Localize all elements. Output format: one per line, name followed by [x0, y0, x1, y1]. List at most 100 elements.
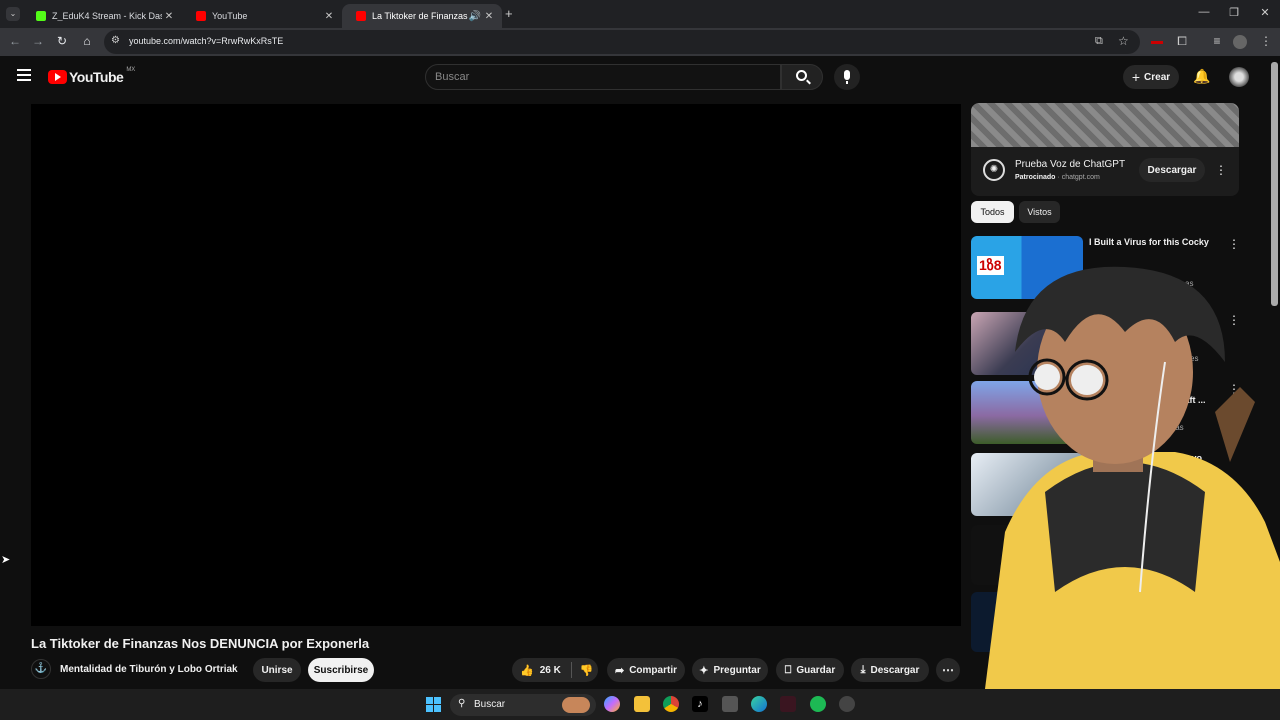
sparkle-icon: ✦	[699, 664, 709, 677]
account-avatar[interactable]	[1229, 67, 1249, 87]
search-button[interactable]	[781, 64, 823, 90]
ask-button[interactable]: ✦ Preguntar	[692, 658, 768, 682]
search-icon-handle	[806, 79, 811, 85]
minimize-icon[interactable]: —	[1194, 6, 1214, 18]
recommended-video-title[interactable]: de	[1202, 313, 1213, 323]
minecraft-icon[interactable]	[722, 696, 738, 712]
video-thumbnail[interactable]	[971, 592, 1083, 652]
close-tab-icon[interactable]: ✕	[162, 11, 176, 22]
chip-todos[interactable]: Todos	[971, 201, 1014, 223]
kick-favicon-icon	[36, 11, 46, 21]
join-button[interactable]: Unirse	[253, 658, 301, 682]
video-thumbnail[interactable]: 1ზ8	[971, 236, 1083, 299]
taskbar-search[interactable]: ⚲ Buscar	[450, 694, 596, 716]
video-more-icon[interactable]: ⋮	[1228, 382, 1240, 396]
reload-icon[interactable]: ↻	[53, 34, 71, 48]
download-label: Descargar	[870, 664, 920, 676]
like-dislike-group: 👍 26 K 👎	[512, 658, 598, 682]
video-thumbnail[interactable]	[971, 312, 1083, 375]
create-label: Crear	[1144, 71, 1171, 83]
share-button[interactable]: ➦ Compartir	[607, 658, 685, 682]
recommended-video-title[interactable]: uyo	[1186, 453, 1202, 463]
page-scrollbar[interactable]	[1271, 62, 1278, 306]
microphone-icon	[844, 70, 850, 80]
home-icon[interactable]: ⌂	[78, 34, 96, 48]
youtube-favicon-icon	[196, 11, 206, 21]
video-player[interactable]	[31, 104, 961, 626]
recommended-video-title[interactable]: I Built a Virus for this Cocky	[1089, 237, 1209, 247]
ask-label: Preguntar	[713, 664, 761, 676]
youtube-header: YouTube MX Buscar + Crear 🔔	[0, 56, 1280, 100]
search-input[interactable]: Buscar	[425, 64, 781, 90]
download-icon: ⤓	[860, 663, 866, 676]
audio-playing-icon[interactable]: 🔊	[468, 11, 482, 22]
tab-current-video[interactable]: La Tiktoker de Finanzas No 🔊 ✕	[342, 4, 502, 28]
taskbar-search-placeholder: Buscar	[474, 699, 506, 710]
new-tab-icon[interactable]: +	[505, 6, 513, 21]
youtube-play-logo-icon	[48, 70, 67, 84]
forward-icon[interactable]: →	[29, 34, 47, 48]
chrome-icon[interactable]	[663, 696, 679, 712]
tab-title: La Tiktoker de Finanzas No	[372, 11, 468, 21]
voice-search-button[interactable]	[834, 64, 860, 90]
recommended-video-meta: es	[1190, 354, 1199, 363]
notifications-bell-icon[interactable]: 🔔	[1193, 68, 1210, 85]
back-icon[interactable]: ←	[6, 34, 24, 48]
video-thumbnail[interactable]	[971, 453, 1083, 516]
site-info-icon[interactable]: ⚙	[111, 35, 120, 46]
tab-kick-dashboard[interactable]: Z_EduK4 Stream - Kick Dashbo ✕	[22, 4, 182, 28]
ad-more-icon[interactable]: ⋮	[1215, 163, 1227, 177]
channel-avatar[interactable]: ⚓	[31, 659, 51, 679]
more-actions-button[interactable]: ⋯	[936, 658, 960, 682]
video-more-icon[interactable]: ⋮	[1228, 237, 1240, 251]
thumbs-down-icon: 👎	[579, 664, 594, 677]
ad-banner-image	[971, 103, 1239, 147]
ad-domain: chatgpt.com	[1061, 174, 1100, 181]
region-code: MX	[126, 67, 136, 73]
recommended-video-title[interactable]: craft ...	[1176, 395, 1206, 405]
window-close-icon[interactable]: ✕	[1255, 6, 1275, 19]
sponsored-ad-card[interactable]: ✺ Prueba Voz de ChatGPT Patrocinado · ch…	[971, 103, 1239, 196]
channel-name[interactable]: Mentalidad de Tiburón y Lobo Ortriak	[60, 664, 238, 675]
edge-icon[interactable]	[751, 696, 767, 712]
extension-red-icon[interactable]	[1151, 41, 1163, 44]
install-app-icon[interactable]: ⧉	[1095, 35, 1103, 48]
tiktok-icon[interactable]: ♪	[692, 696, 708, 712]
close-tab-icon[interactable]: ✕	[322, 11, 336, 22]
chip-vistos[interactable]: Vistos	[1019, 201, 1060, 223]
youtube-favicon-icon	[356, 11, 366, 21]
tab-youtube[interactable]: YouTube ✕	[182, 4, 342, 28]
ad-title[interactable]: Prueba Voz de ChatGPT	[1015, 159, 1125, 170]
close-tab-icon[interactable]: ✕	[482, 11, 496, 22]
media-control-icon[interactable]: ≡	[1208, 34, 1226, 48]
tab-search-icon[interactable]: ⌄	[6, 7, 20, 21]
save-button[interactable]: ⎕ Guardar	[776, 658, 844, 682]
windows-start-icon[interactable]	[426, 697, 441, 712]
save-label: Guardar	[796, 664, 836, 676]
video-more-icon[interactable]: ⋮	[1228, 313, 1240, 327]
steam-like-icon[interactable]	[839, 696, 855, 712]
create-button[interactable]: + Crear	[1123, 65, 1179, 89]
subscribe-button[interactable]: Suscribirse	[308, 658, 374, 682]
omnibox[interactable]: ⚙ youtube.com/watch?v=RrwRwKxRsTE ⧉ ☆	[104, 30, 1140, 54]
channel-action-row: ⚓ Mentalidad de Tiburón y Lobo Ortriak U…	[31, 656, 971, 684]
spotify-icon[interactable]	[810, 696, 826, 712]
video-thumbnail[interactable]	[971, 525, 1083, 585]
dislike-button[interactable]: 👎	[580, 664, 594, 677]
youtube-logo[interactable]: YouTube MX	[48, 67, 136, 85]
bookmark-star-icon[interactable]: ☆	[1118, 34, 1129, 48]
like-button[interactable]: 👍 26 K	[512, 664, 561, 677]
file-explorer-icon[interactable]	[634, 696, 650, 712]
url-text[interactable]: youtube.com/watch?v=RrwRwKxRsTE	[129, 36, 283, 46]
profile-avatar-icon[interactable]	[1233, 35, 1247, 49]
extensions-icon[interactable]: ⧠	[1173, 34, 1191, 49]
download-button[interactable]: ⤓ Descargar	[851, 658, 929, 682]
browser-menu-icon[interactable]: ⋮	[1257, 34, 1275, 48]
obs-red-app-icon[interactable]	[780, 696, 796, 712]
hamburger-menu-icon[interactable]	[17, 69, 31, 81]
tab-title: Z_EduK4 Stream - Kick Dashbo	[52, 11, 162, 21]
ad-download-button[interactable]: Descargar	[1139, 158, 1205, 182]
restore-icon[interactable]: ❐	[1224, 6, 1244, 19]
copilot-icon[interactable]	[604, 696, 620, 712]
video-thumbnail[interactable]	[971, 381, 1083, 444]
